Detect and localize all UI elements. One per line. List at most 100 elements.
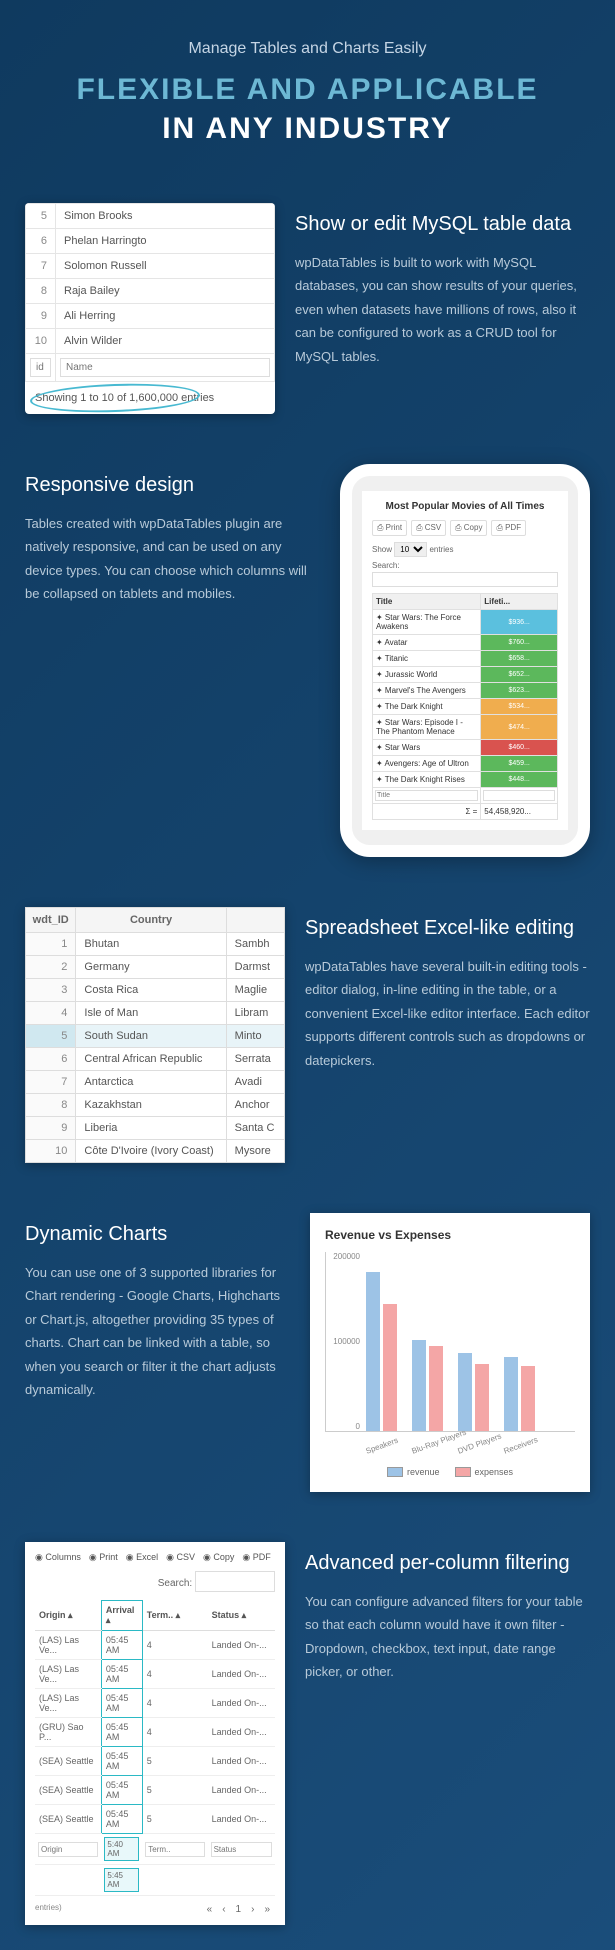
page-button[interactable]: » xyxy=(259,1902,275,1917)
spreadsheet-table[interactable]: wdt_IDCountry 1BhutanSambh2GermanyDarmst… xyxy=(25,907,285,1163)
page-button[interactable]: « xyxy=(202,1902,218,1917)
table-row[interactable]: 8KazakhstanAnchor xyxy=(26,1094,285,1117)
column-filter[interactable] xyxy=(38,1842,98,1857)
table-row[interactable]: 2GermanyDarmst xyxy=(26,956,285,979)
table-row[interactable]: 7Solomon Russell xyxy=(26,254,275,279)
export-button[interactable]: ⎙ Print xyxy=(372,520,407,536)
circle-annotation xyxy=(30,381,201,414)
filtering-heading: Advanced per-column filtering xyxy=(305,1552,590,1575)
table-row[interactable]: ✦ Avatar$760... xyxy=(373,635,558,651)
page-button[interactable]: 1 xyxy=(231,1902,247,1917)
table-row[interactable]: (LAS) Las Ve...05:45 AM4Landed On-... xyxy=(35,1689,275,1718)
show-entries: Show 10 entries xyxy=(372,542,558,557)
filter-time-from[interactable]: 5:40 AM xyxy=(104,1837,139,1861)
filter-time-to[interactable]: 5:45 AM xyxy=(104,1868,139,1892)
table-row[interactable]: 9LiberiaSanta C xyxy=(26,1117,285,1140)
chart-area: 2000001000000 SpeakersBlu-Ray PlayersDVD… xyxy=(325,1252,575,1432)
table-row[interactable]: ✦ Star Wars: The Force Awakens$936... xyxy=(373,610,558,635)
column-header[interactable]: Status ▴ xyxy=(208,1601,275,1631)
column-header[interactable]: Origin ▴ xyxy=(35,1601,101,1631)
toolbar-button[interactable]: ◉ Columns xyxy=(35,1552,81,1563)
export-button[interactable]: ⎙ Copy xyxy=(450,520,487,536)
spreadsheet-desc: wpDataTables have several built-in editi… xyxy=(305,955,590,1072)
table-row[interactable]: ✦ Jurassic World$652... xyxy=(373,667,558,683)
chart-title: Revenue vs Expenses xyxy=(325,1228,575,1242)
entries-info: Showing 1 to 10 of 1,600,000 entries xyxy=(25,382,275,414)
entries-text: entries) xyxy=(35,1903,62,1912)
adv-search: Search: xyxy=(35,1571,275,1592)
export-button[interactable]: ⎙ CSV xyxy=(411,520,446,536)
table-row[interactable]: ✦ The Dark Knight$534... xyxy=(373,699,558,715)
table-row[interactable]: ✦ Avengers: Age of Ultron$459... xyxy=(373,756,558,772)
table-row[interactable]: 6Phelan Harringto xyxy=(26,229,275,254)
table-row[interactable]: ✦ Star Wars$460... xyxy=(373,740,558,756)
table-row[interactable]: 10Côte D'Ivoire (Ivory Coast)Mysore xyxy=(26,1140,285,1163)
spreadsheet-heading: Spreadsheet Excel-like editing xyxy=(305,917,590,940)
column-header[interactable]: Arrival ▴ xyxy=(101,1601,142,1631)
section-charts: Dynamic Charts You can use one of 3 supp… xyxy=(0,1188,615,1517)
toolbar-button[interactable]: ◉ Copy xyxy=(203,1552,234,1563)
pagination: «‹1›» xyxy=(202,1904,275,1915)
charts-heading: Dynamic Charts xyxy=(25,1223,290,1246)
responsive-desc: Tables created with wpDataTables plugin … xyxy=(25,512,320,606)
phone-search: Search: xyxy=(372,561,558,587)
charts-desc: You can use one of 3 supported libraries… xyxy=(25,1261,290,1401)
phone-search-input[interactable] xyxy=(372,572,558,587)
table-row[interactable]: 1BhutanSambh xyxy=(26,933,285,956)
toolbar-button[interactable]: ◉ PDF xyxy=(242,1552,270,1563)
filter-row xyxy=(26,354,275,382)
table-row[interactable]: (SEA) Seattle05:45 AM5Landed On-... xyxy=(35,1747,275,1776)
id-filter[interactable] xyxy=(30,358,51,377)
toolbar-button[interactable]: ◉ Excel xyxy=(126,1552,158,1563)
table-row[interactable]: 7AntarcticaAvadi xyxy=(26,1071,285,1094)
hero: Manage Tables and Charts Easily FLEXIBLE… xyxy=(0,0,615,178)
table-row[interactable]: 3Costa RicaMaglie xyxy=(26,979,285,1002)
column-header[interactable]: Term.. ▴ xyxy=(142,1601,207,1631)
title-line-2: IN ANY INDUSTRY xyxy=(162,112,453,145)
adv-search-input[interactable] xyxy=(195,1571,275,1592)
title-line-1: FLEXIBLE AND APPLICABLE xyxy=(76,73,538,106)
export-button[interactable]: ⎙ PDF xyxy=(491,520,526,536)
table-row[interactable]: ✦ Titanic$658... xyxy=(373,651,558,667)
column-filter[interactable] xyxy=(145,1842,204,1857)
mysql-desc: wpDataTables is built to work with MySQL… xyxy=(295,251,590,368)
table-row[interactable]: ✦ The Dark Knight Rises$448... xyxy=(373,772,558,788)
table-row[interactable]: 5South SudanMinto xyxy=(26,1025,285,1048)
table-row[interactable]: 5Simon Brooks xyxy=(26,204,275,229)
page-button[interactable]: › xyxy=(246,1902,259,1917)
filtering-desc: You can configure advanced filters for y… xyxy=(305,1590,590,1684)
column-filter[interactable] xyxy=(211,1842,272,1857)
bar-group: DVD Players xyxy=(458,1353,489,1431)
table-row[interactable]: ✦ Marvel's The Avengers$623... xyxy=(373,683,558,699)
hero-subtitle: Manage Tables and Charts Easily xyxy=(20,40,595,58)
table-row[interactable]: (SEA) Seattle05:45 AM5Landed On-... xyxy=(35,1776,275,1805)
toolbar-button[interactable]: ◉ Print xyxy=(89,1552,118,1563)
table-row[interactable]: 9Ali Herring xyxy=(26,304,275,329)
toolbar-button[interactable]: ◉ CSV xyxy=(166,1552,195,1563)
table-row[interactable]: (LAS) Las Ve...05:45 AM4Landed On-... xyxy=(35,1660,275,1689)
table-row[interactable]: 4Isle of ManLibram xyxy=(26,1002,285,1025)
table-row[interactable]: ✦ Star Wars: Episode I - The Phantom Men… xyxy=(373,715,558,740)
table-row[interactable]: (SEA) Seattle05:45 AM5Landed On-... xyxy=(35,1805,275,1834)
phone-table-title: Most Popular Movies of All Times xyxy=(372,501,558,512)
table-row[interactable]: 10Alvin Wilder xyxy=(26,329,275,354)
bar-group: Receivers xyxy=(504,1357,535,1431)
page-button[interactable]: ‹ xyxy=(217,1902,230,1917)
table-row[interactable]: (GRU) Sao P...05:45 AM4Landed On-... xyxy=(35,1718,275,1747)
phone-table: TitleLifeti... ✦ Star Wars: The Force Aw… xyxy=(372,593,558,820)
phone-mockup: Most Popular Movies of All Times ⎙ Print… xyxy=(340,464,590,857)
adv-table: Origin ▴Arrival ▴Term.. ▴Status ▴ (LAS) … xyxy=(35,1600,275,1896)
table-row[interactable]: 6Central African RepublicSerrata xyxy=(26,1048,285,1071)
mysql-heading: Show or edit MySQL table data xyxy=(295,213,590,236)
hero-title: FLEXIBLE AND APPLICABLE IN ANY INDUSTRY xyxy=(20,70,595,148)
section-filtering: ◉ Columns◉ Print◉ Excel◉ CSV◉ Copy◉ PDF … xyxy=(0,1517,615,1950)
table-row[interactable]: (LAS) Las Ve...05:45 AM4Landed On-... xyxy=(35,1631,275,1660)
entries-select[interactable]: 10 xyxy=(394,542,427,557)
name-filter[interactable] xyxy=(60,358,270,377)
chart-preview: Revenue vs Expenses 2000001000000 Speake… xyxy=(310,1213,590,1492)
legend-swatch-revenue xyxy=(387,1467,403,1477)
mysql-table: 5Simon Brooks6Phelan Harringto7Solomon R… xyxy=(25,203,275,382)
table-row[interactable]: 8Raja Bailey xyxy=(26,279,275,304)
bar-group: Blu-Ray Players xyxy=(412,1340,443,1431)
section-spreadsheet: wdt_IDCountry 1BhutanSambh2GermanyDarmst… xyxy=(0,882,615,1188)
